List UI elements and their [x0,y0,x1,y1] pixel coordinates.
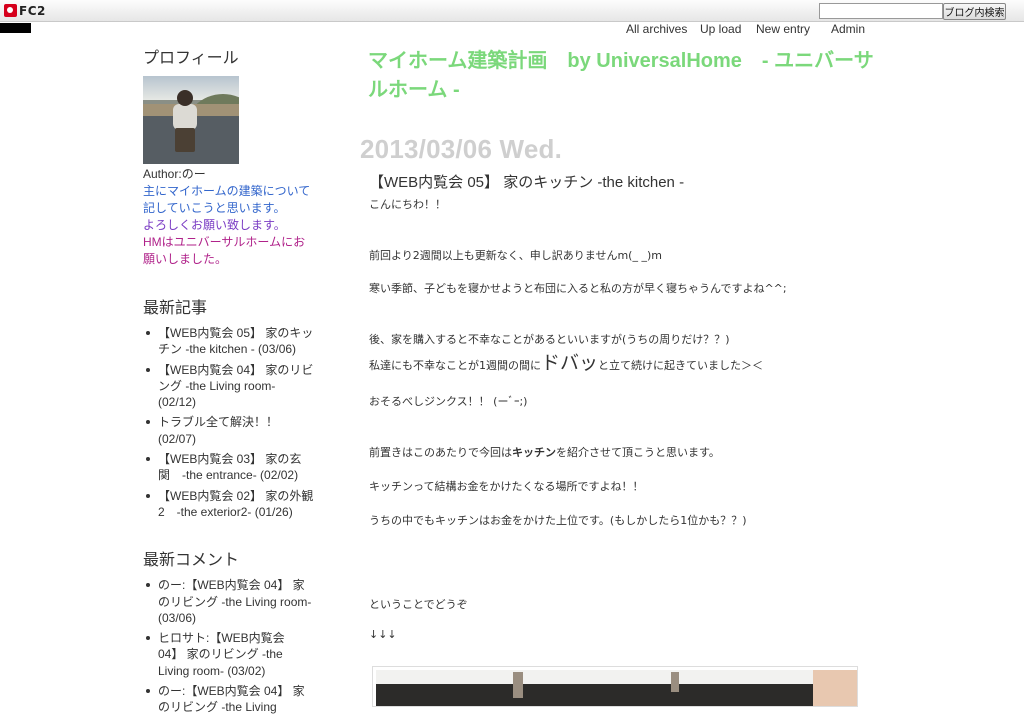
recent-entry-item: 【WEB内覧会 04】 家のリビング -the Living room- (02… [143,362,315,411]
recent-comment-item: のー:【WEB内覧会 04】 家のリビング -the Living room- … [143,577,313,626]
recent-comment-link[interactable]: のー:【WEB内覧会 04】 家のリビング -the Living room- … [158,578,311,625]
fc2-logo-text: FC2 [19,3,46,18]
blog-search-button[interactable]: ブログ内検索 [943,3,1006,20]
entry-text-span: と立て続けに起きていました＞＜ [598,359,764,372]
entry-text-line: 私達にも不幸なことが1週間の間にドバッと立て続けに起きていました＞＜ [369,348,763,375]
recent-comment-item: のー:【WEB内覧会 04】 家のリビング -the Living [143,683,313,716]
recent-entry-item: 【WEB内覧会 02】 家の外観2 -the exterior2- (01/26… [143,488,315,521]
entry-date: 2013/03/06 Wed. [360,134,562,164]
fc2-logo-icon [4,4,17,17]
blog-search-input[interactable] [819,3,943,19]
nav-new-entry[interactable]: New entry [756,22,810,36]
entry-text-span: を紹介させて頂こうと思います。 [556,446,720,459]
profile-hm-note: HMはユニバーサルホームにお願いしました。 [143,235,306,266]
entry-text-span: 私達にも不幸なことが1週間の間に [369,359,541,372]
recent-entry-link[interactable]: 【WEB内覧会 03】 家の玄関 -the entrance- (02/02) [158,452,301,482]
recent-entry-link[interactable]: 【WEB内覧会 05】 家のキッチン -the kitchen - (03/06… [158,326,313,356]
recent-entry-item: トラブル全て解決！！ (02/07) [143,414,315,447]
fc2-header-bar: FC2 ブログ内検索 [0,0,1024,22]
entry-bold-text: キッチン [512,446,556,459]
entry-text-line: 寒い季節、子どもを寝かせようと布団に入ると私の方が早く寝ちゃうんですよね^^; [369,282,787,295]
profile-author: Author:のー [143,167,206,181]
recent-entry-item: 【WEB内覧会 05】 家のキッチン -the kitchen - (03/06… [143,325,315,358]
recent-entry-link[interactable]: 【WEB内覧会 02】 家の外観2 -the exterior2- (01/26… [158,489,313,519]
entry-text-line: 前回より2週間以上も更新なく、申し訳ありませんm(_ _)m [369,249,662,262]
recent-comments-list: のー:【WEB内覧会 04】 家のリビング -the Living room- … [143,577,313,715]
recent-comment-item: ヒロサト:【WEB内覧会 04】 家のリビング -the Living room… [143,630,313,679]
recent-entry-link[interactable]: トラブル全て解決！！ (02/07) [158,415,278,445]
blog-title[interactable]: マイホーム建築計画 by UniversalHome - ユニバーサルホーム - [368,47,878,105]
entry-arrows: ↓↓↓ [369,628,397,641]
entry-text-line: 後、家を購入すると不幸なことがあるといいますが(うちの周りだけ？？) [369,333,730,346]
nav-upload[interactable]: Up load [700,22,741,36]
entry-text-line: ということでどうぞ [369,598,468,611]
nav-admin[interactable]: Admin [831,22,865,36]
sidebar: プロフィール Author:のー 主にマイホームの建築について記していこうと思い… [143,44,323,720]
recent-comment-link[interactable]: ヒロサト:【WEB内覧会 04】 家のリビング -the Living room… [158,631,285,678]
recent-entry-link[interactable]: 【WEB内覧会 04】 家のリビング -the Living room- (02… [158,363,313,410]
entry-text-line: こんにちわ！！ [369,198,446,211]
black-banner [0,23,31,33]
entry-text-line: うちの中でもキッチンはお金をかけた上位です。(もしかしたら1位かも？？) [369,514,747,527]
kitchen-photo[interactable] [372,666,858,707]
entry-emphasis-text: ドバッ [541,352,599,374]
entry-text-span: 前置きはこのあたりで今回は [369,446,512,459]
profile-greeting: よろしくお願い致します。 [143,218,286,232]
recent-comment-link[interactable]: のー:【WEB内覧会 04】 家のリビング -the Living [158,684,305,714]
profile-heading: プロフィール [143,50,239,67]
entry-title[interactable]: 【WEB内覧会 05】 家のキッチン -the kitchen - [369,171,684,192]
entry-text-line: おそるべしジンクス！！ (ーﾞｰ;) [369,395,528,408]
entry-text-line: キッチンって結構お金をかけたくなる場所ですよね！！ [369,480,644,493]
recent-entries-heading: 最新記事 [143,300,208,317]
nav-all-archives[interactable]: All archives [626,22,687,36]
recent-entries-list: 【WEB内覧会 05】 家のキッチン -the kitchen - (03/06… [143,325,315,520]
recent-comments-heading: 最新コメント [143,552,240,570]
recent-entry-item: 【WEB内覧会 03】 家の玄関 -the entrance- (02/02) [143,451,315,484]
profile-avatar [143,76,239,164]
fc2-logo[interactable]: FC2 [4,3,46,18]
profile-description: 主にマイホームの建築について記していこうと思います。 [143,184,311,215]
entry-text-line: 前置きはこのあたりで今回はキッチンを紹介させて頂こうと思います。 [369,444,720,460]
